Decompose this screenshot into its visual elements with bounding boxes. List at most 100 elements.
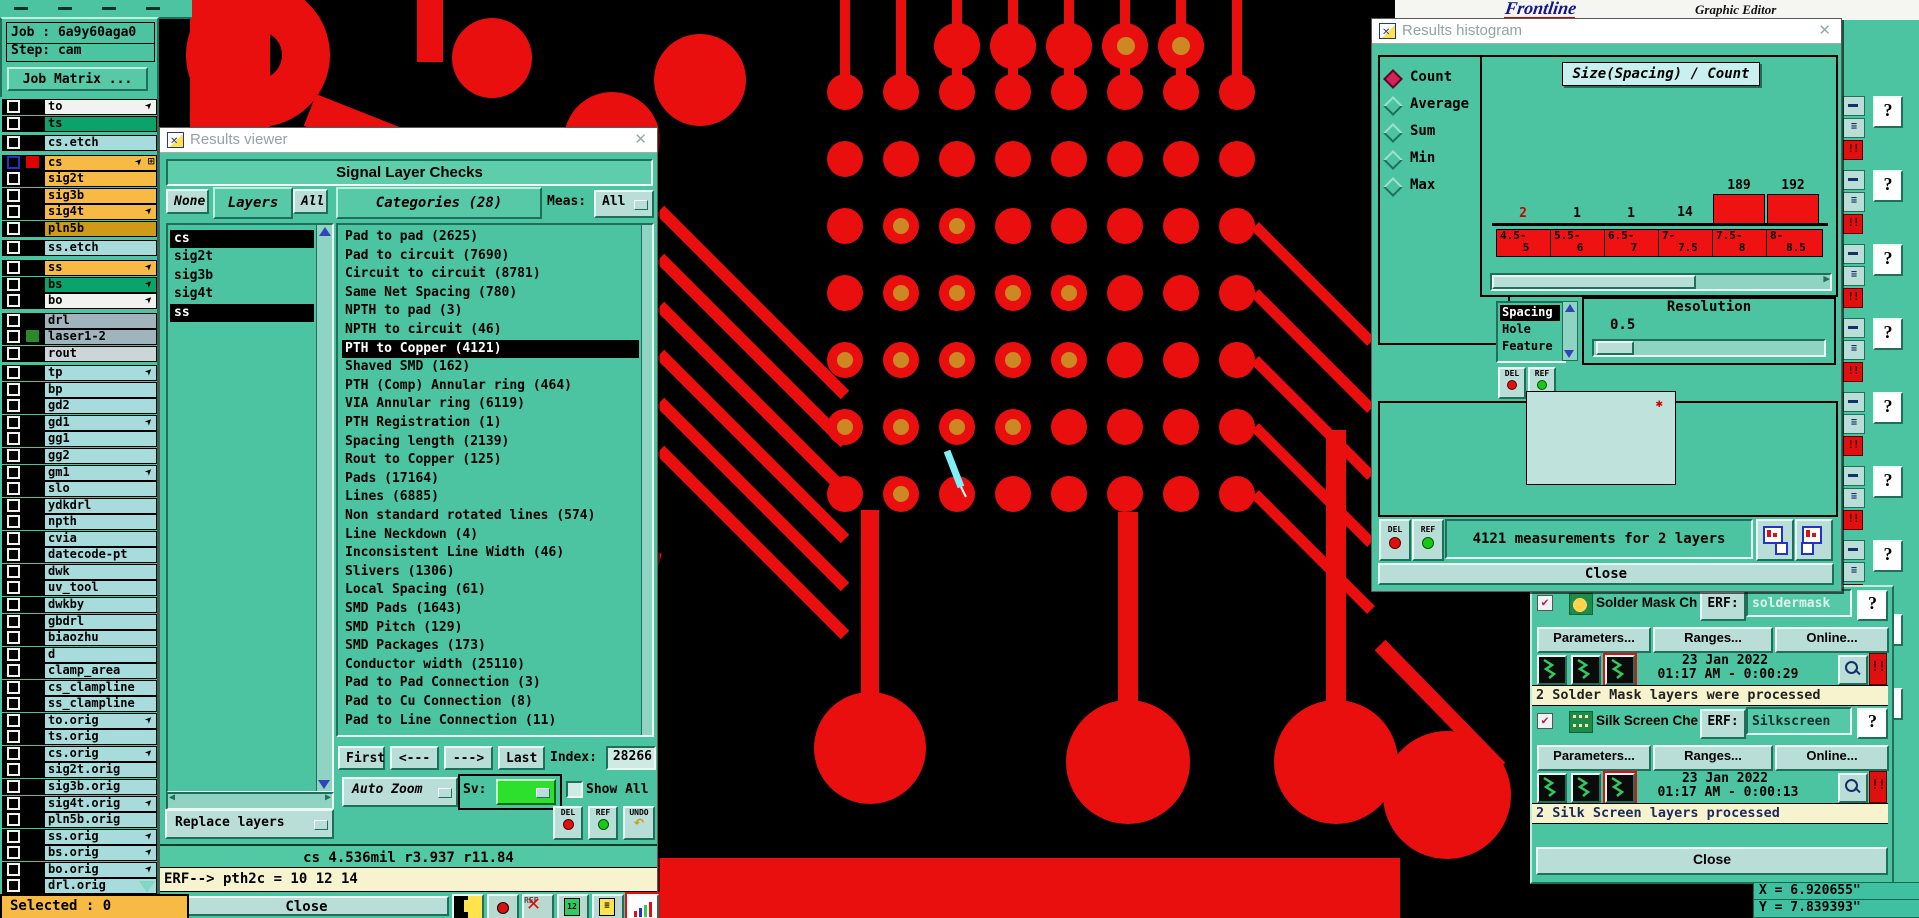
category-item[interactable]: Spacing length (2139) [342, 433, 639, 451]
layer-name[interactable]: sig2t [44, 171, 157, 187]
magnifier-icon[interactable] [1838, 773, 1868, 803]
del-button[interactable]: DEL [553, 806, 583, 840]
category-item[interactable]: Pad to pad (2625) [342, 228, 639, 246]
layer-visibility-checkbox[interactable] [6, 188, 21, 203]
category-item[interactable]: PTH (Comp) Annular ring (464) [342, 377, 639, 395]
layer-visibility-checkbox[interactable] [6, 465, 21, 480]
category-item[interactable]: PTH Registration (1) [342, 414, 639, 432]
filter-none-button[interactable]: None [166, 189, 209, 214]
erf-button[interactable]: ERF: [1700, 709, 1746, 739]
layer-name[interactable]: sig2t.orig [44, 762, 157, 778]
viewer-layer-item[interactable]: sig2t [170, 248, 314, 266]
category-item[interactable]: SMD Pads (1643) [342, 600, 639, 618]
scroll-down-icon[interactable] [318, 780, 330, 789]
layer-name[interactable]: gbdrl [44, 614, 157, 630]
layer-visibility-checkbox[interactable] [6, 680, 21, 695]
alert-button[interactable]: !! [1843, 362, 1863, 382]
category-item[interactable]: Shaved SMD (162) [342, 358, 639, 376]
layer-visibility-checkbox[interactable] [6, 329, 21, 344]
layer-name[interactable]: clamp_area [44, 663, 157, 679]
layer-name[interactable]: bo ➤ [44, 293, 157, 309]
contrast-icon[interactable] [452, 894, 484, 918]
replace-layers-dropdown[interactable]: Replace layers [165, 809, 334, 839]
layer-visibility-checkbox[interactable] [6, 597, 21, 612]
layer-visibility-checkbox[interactable] [6, 762, 21, 777]
layer-visibility-checkbox[interactable] [6, 564, 21, 579]
viewer-close-button[interactable]: Close [164, 896, 449, 916]
slider-thumb[interactable] [1596, 341, 1634, 355]
measure-item[interactable]: Feature [1500, 339, 1560, 355]
layer-visibility-checkbox[interactable] [6, 431, 21, 446]
layer-visibility-checkbox[interactable] [6, 293, 21, 308]
layer-visibility-checkbox[interactable] [6, 116, 21, 131]
layer-name[interactable]: sig4t.orig ➤ [44, 796, 157, 812]
tool-icon[interactable] [1843, 466, 1865, 486]
last-button[interactable]: Last [498, 746, 545, 770]
layer-visibility-checkbox[interactable] [6, 746, 21, 761]
layer-name[interactable]: dwk [44, 564, 157, 580]
viewer-layer-item[interactable]: sig4t [170, 285, 314, 303]
layer-visibility-checkbox[interactable] [6, 481, 21, 496]
scroll-up-icon[interactable] [318, 227, 331, 236]
auto-zoom-dropdown[interactable]: Auto Zoom [342, 777, 458, 807]
ranges-button[interactable]: Ranges... [1653, 745, 1773, 771]
next-button[interactable]: ---> [444, 746, 493, 770]
checklist-close-button[interactable]: Close [1536, 847, 1888, 875]
layer-visibility-checkbox[interactable] [6, 277, 21, 292]
layer-name[interactable]: ydkdrl [44, 498, 157, 514]
layer-visibility-checkbox[interactable] [6, 365, 21, 380]
layer-name[interactable]: ss_clampline [44, 696, 157, 712]
layer-name[interactable]: bo.orig ➤ [44, 862, 157, 878]
layer-visibility-checkbox[interactable] [6, 663, 21, 678]
layer-visibility-checkbox[interactable] [6, 829, 21, 844]
help-button[interactable]: ? [1873, 466, 1903, 498]
help-button[interactable]: ? [1873, 392, 1903, 424]
tool-icon[interactable] [1843, 540, 1865, 560]
layer-visibility-checkbox[interactable] [6, 812, 21, 827]
layer-name[interactable]: pln5b [44, 221, 157, 237]
category-item[interactable]: NPTH to circuit (46) [342, 321, 639, 339]
analysis-run-icon[interactable] [1571, 773, 1601, 803]
layer-visibility-checkbox[interactable] [6, 398, 21, 413]
layer-visibility-checkbox[interactable] [6, 514, 21, 529]
layer-name[interactable]: drl [44, 313, 157, 329]
layer-name[interactable]: ts.orig [44, 729, 157, 745]
job-matrix-button[interactable]: Job Matrix ... [7, 67, 148, 91]
layer-visibility-checkbox[interactable] [6, 171, 21, 186]
layer-visibility-checkbox[interactable] [6, 531, 21, 546]
list-icon[interactable]: ≡ [1843, 562, 1865, 582]
category-item[interactable]: Circuit to circuit (8781) [342, 265, 639, 283]
category-item[interactable]: Non standard rotated lines (574) [342, 507, 639, 525]
category-item[interactable]: SMD Pitch (129) [342, 619, 639, 637]
online-button[interactable]: Online... [1775, 627, 1889, 653]
layer-visibility-checkbox[interactable] [6, 221, 21, 236]
category-item[interactable]: Pad to circuit (7690) [342, 247, 639, 265]
layer-name[interactable]: bp [44, 382, 157, 398]
layer-name[interactable]: cs_clampline [44, 680, 157, 696]
layer-name[interactable]: uv_tool [44, 580, 157, 596]
tool-icon[interactable] [1843, 244, 1865, 264]
list-icon[interactable]: ≡ [1843, 488, 1865, 508]
erf-button[interactable]: ERF: [1700, 591, 1746, 621]
undo-button[interactable]: UNDO ↶ [623, 806, 655, 840]
check-enabled-checkbox[interactable]: ✔ [1537, 595, 1553, 611]
viewer-layer-item[interactable]: sig3b [170, 267, 314, 285]
viewer-layer-item[interactable]: ss [170, 303, 314, 322]
histogram-hscrollbar[interactable]: ▶ [1490, 272, 1832, 291]
category-item[interactable]: Slivers (1306) [342, 563, 639, 581]
layer-visibility-checkbox[interactable] [6, 346, 21, 361]
layer-name[interactable]: ss.orig ➤ [44, 829, 157, 845]
layer-name[interactable]: d [44, 647, 157, 663]
notes-yellow-icon[interactable]: ≡ [592, 894, 624, 918]
layer-visibility-checkbox[interactable] [6, 415, 21, 430]
measure-item[interactable]: Spacing [1500, 305, 1560, 321]
tool-icon[interactable] [1843, 392, 1865, 412]
tool-icon[interactable] [1843, 318, 1865, 338]
layer-visibility-checkbox[interactable] [6, 155, 21, 170]
layer-visibility-checkbox[interactable] [6, 99, 21, 114]
layer-visibility-checkbox[interactable] [6, 547, 21, 562]
index-input[interactable]: 28266 [606, 746, 656, 770]
alert-button[interactable]: !! [1869, 653, 1887, 685]
analysis-run-icon[interactable] [1537, 773, 1567, 803]
check-enabled-checkbox[interactable]: ✔ [1537, 713, 1553, 729]
